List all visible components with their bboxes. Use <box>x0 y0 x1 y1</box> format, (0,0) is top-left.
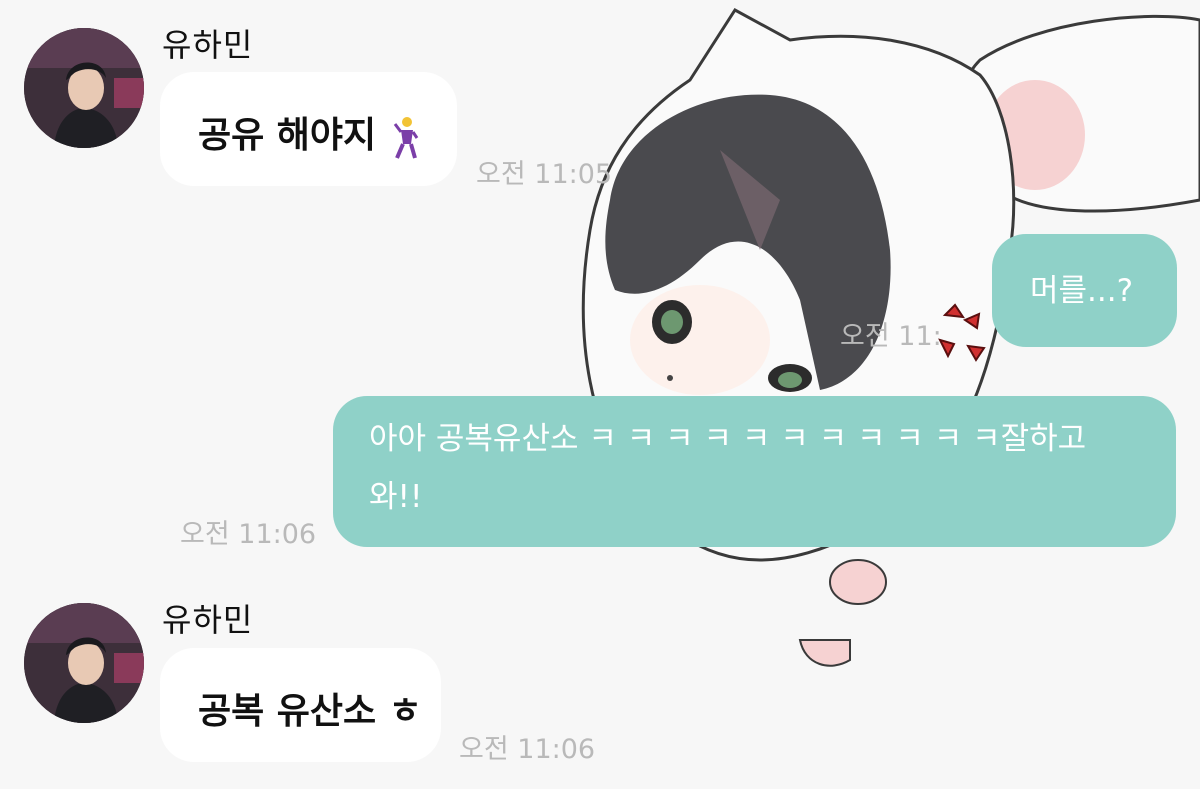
dancer-emoji-icon <box>393 117 418 159</box>
message-bubble-incoming[interactable]: 공복 유산소 ㅎ <box>160 648 441 762</box>
message-text-line: 아아 공복유산소 ㅋ ㅋ ㅋ ㅋ ㅋ ㅋ ㅋ ㅋ ㅋ ㅋ ㅋ잘하고 <box>369 421 1087 457</box>
sender-avatar[interactable] <box>24 603 144 723</box>
message-timestamp: 오전 11:06 <box>459 734 596 765</box>
message-bubble-incoming[interactable]: 공유 해야지 <box>160 72 457 186</box>
chat-screen: 유하민 공유 해야지 오전 11:05 머를...? 오전 11: 아아 공복유… <box>0 0 1200 789</box>
sender-avatar[interactable] <box>24 28 144 148</box>
avatar-portrait-icon <box>24 603 144 723</box>
message-text: 공유 해야지 <box>198 114 377 156</box>
message-bubble-outgoing[interactable]: 머를...? <box>992 234 1177 347</box>
message-timestamp: 오전 11:06 <box>180 519 317 550</box>
message-text: 공복 유산소 ㅎ <box>198 690 422 732</box>
message-text: 머를...? <box>1030 273 1134 309</box>
message-bubble-outgoing[interactable]: 아아 공복유산소 ㅋ ㅋ ㅋ ㅋ ㅋ ㅋ ㅋ ㅋ ㅋ ㅋ ㅋ잘하고 와!! <box>333 396 1176 547</box>
sender-name: 유하민 <box>162 26 254 64</box>
message-text-line: 와!! <box>369 479 423 515</box>
message-timestamp: 오전 11:05 <box>476 159 613 190</box>
sender-name: 유하민 <box>162 601 254 639</box>
message-timestamp: 오전 11: <box>840 321 942 352</box>
avatar-portrait-icon <box>24 28 144 148</box>
